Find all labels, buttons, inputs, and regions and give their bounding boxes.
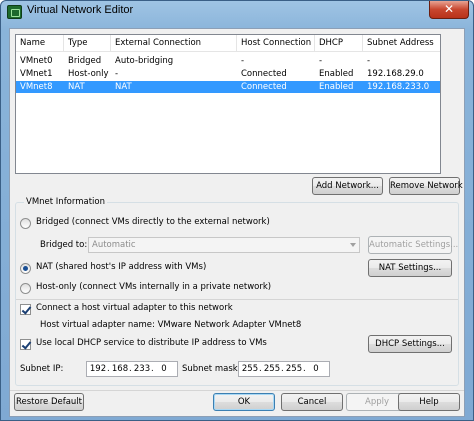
cell-dhcp: Enabled: [319, 82, 354, 92]
ok-button[interactable]: OK: [213, 393, 275, 411]
column-header-subnet-address[interactable]: Subnet Address: [363, 35, 440, 52]
footer-divider: [10, 390, 464, 391]
cell-host: Connected: [241, 69, 287, 79]
subnet-ip-label: Subnet IP:: [20, 364, 64, 374]
vmnet-information-label: VMnet Information: [24, 197, 108, 207]
nat-settings-button[interactable]: NAT Settings...: [368, 259, 452, 277]
connect-host-adapter-label[interactable]: Connect a host virtual adapter to this n…: [36, 303, 233, 313]
cell-name: VMnet8: [20, 82, 53, 92]
table-row-vmnet8[interactable]: VMnet8 NAT NAT Connected Enabled 192.168…: [16, 81, 440, 93]
ip-dot: .: [259, 364, 262, 374]
chevron-down-icon: [350, 243, 356, 247]
cancel-button[interactable]: Cancel: [281, 393, 343, 411]
column-header-dhcp[interactable]: DHCP: [315, 35, 363, 52]
column-header-host-connection[interactable]: Host Connection: [237, 35, 315, 52]
column-header-name[interactable]: Name: [16, 35, 64, 52]
subnet-ip-octet-2[interactable]: 168: [111, 362, 129, 376]
subnet-ip-octet-3[interactable]: 233: [133, 362, 151, 376]
subnet-mask-label: Subnet mask:: [182, 364, 241, 374]
table-row-vmnet0[interactable]: VMnet0 Bridged Auto-bridging - - -: [16, 55, 440, 67]
cell-subnet: 192.168.29.0: [367, 69, 424, 79]
nat-label[interactable]: NAT (shared host's IP address with VMs): [36, 262, 206, 272]
connect-host-adapter-checkbox[interactable]: [20, 304, 31, 315]
host-only-label[interactable]: Host-only (connect VMs internally in a p…: [36, 282, 271, 292]
subnet-mask-octet-3[interactable]: 255: [285, 362, 303, 376]
vmnet-information-group: VMnet Information Bridged (connect VMs d…: [15, 197, 459, 386]
dhcp-settings-button[interactable]: DHCP Settings...: [368, 335, 452, 353]
ip-dot: .: [281, 364, 284, 374]
host-only-radio[interactable]: [20, 283, 31, 294]
ip-dot: .: [129, 364, 132, 374]
column-header-external-connection[interactable]: External Connection: [111, 35, 237, 52]
bridged-to-label: Bridged to:: [40, 240, 88, 250]
cell-type: Host-only: [68, 69, 109, 79]
cell-subnet: -: [367, 56, 371, 66]
use-dhcp-label[interactable]: Use local DHCP service to distribute IP …: [36, 338, 267, 348]
cell-type: Bridged: [68, 56, 102, 66]
table-row-vmnet1[interactable]: VMnet1 Host-only - Connected Enabled 192…: [16, 68, 440, 80]
use-dhcp-checkbox[interactable]: [20, 339, 31, 350]
bridged-radio[interactable]: [20, 218, 31, 229]
column-header-type[interactable]: Type: [64, 35, 111, 52]
restore-default-button[interactable]: Restore Default: [14, 393, 84, 411]
cell-host: Connected: [241, 82, 287, 92]
virtual-network-editor-window: Virtual Network Editor ✕ Name Type Exter…: [0, 0, 474, 421]
table-header: Name Type External Connection Host Conne…: [16, 35, 440, 52]
cell-external: NAT: [115, 82, 132, 92]
cell-name: VMnet0: [20, 56, 53, 66]
ip-dot: .: [151, 364, 154, 374]
subnet-ip-field[interactable]: 192 . 168 . 233 . 0: [86, 361, 178, 377]
subnet-ip-octet-1[interactable]: 192: [89, 362, 107, 376]
nat-radio[interactable]: [20, 263, 31, 274]
bridged-to-dropdown[interactable]: Automatic: [88, 237, 360, 253]
bridged-to-value: Automatic: [92, 240, 136, 250]
subnet-mask-octet-4[interactable]: 0: [307, 362, 325, 376]
divider: [16, 299, 458, 300]
cell-external: -: [115, 69, 119, 79]
subnet-mask-octet-2[interactable]: 255: [263, 362, 281, 376]
add-network-button[interactable]: Add Network...: [312, 177, 383, 195]
cell-dhcp: Enabled: [319, 69, 354, 79]
cell-dhcp: -: [319, 56, 323, 66]
window-title: Virtual Network Editor: [27, 4, 134, 16]
ip-dot: .: [303, 364, 306, 374]
close-button[interactable]: ✕: [429, 1, 469, 19]
subnet-mask-field[interactable]: 255 . 255 . 255 . 0: [238, 361, 330, 377]
network-table[interactable]: Name Type External Connection Host Conne…: [15, 34, 441, 174]
network-editor-icon: [7, 5, 22, 19]
host-adapter-name-label: Host virtual adapter name: VMware Networ…: [40, 320, 302, 330]
cell-type: NAT: [68, 82, 85, 92]
cell-name: VMnet1: [20, 69, 53, 79]
dialog-client-area: Name Type External Connection Host Conne…: [9, 28, 465, 417]
cell-host: -: [241, 56, 245, 66]
remove-network-button[interactable]: Remove Network: [389, 177, 463, 195]
automatic-settings-button[interactable]: Automatic Settings...: [368, 236, 458, 254]
subnet-mask-octet-1[interactable]: 255: [241, 362, 259, 376]
help-button[interactable]: Help: [398, 393, 460, 411]
subnet-ip-octet-4[interactable]: 0: [155, 362, 173, 376]
cell-external: Auto-bridging: [115, 56, 174, 66]
ip-dot: .: [107, 364, 110, 374]
title-bar[interactable]: Virtual Network Editor ✕: [1, 1, 473, 23]
bridged-label[interactable]: Bridged (connect VMs directly to the ext…: [36, 217, 270, 227]
cell-subnet: 192.168.233.0: [367, 82, 430, 92]
